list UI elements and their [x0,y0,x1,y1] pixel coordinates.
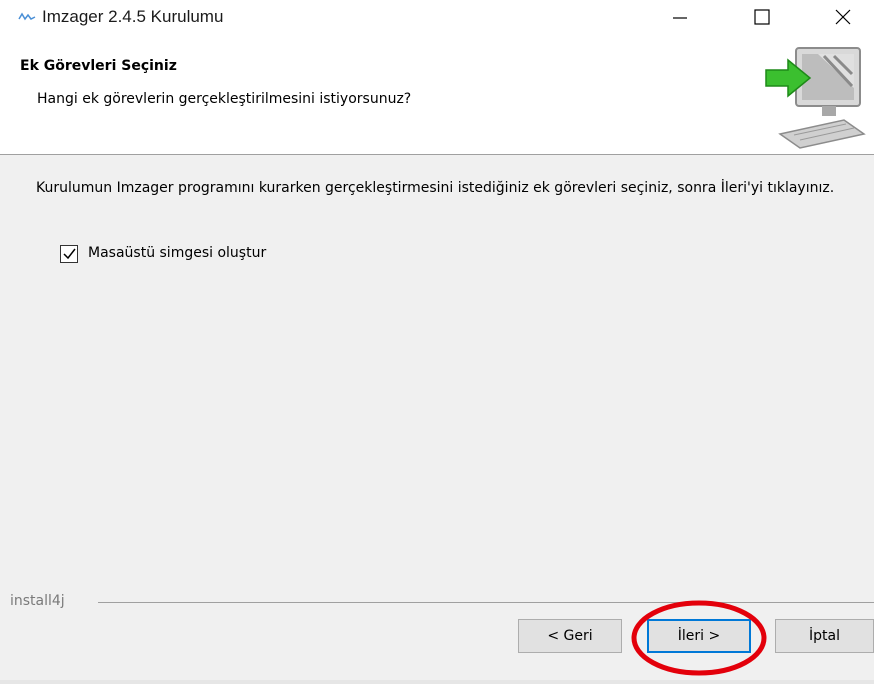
minimize-button[interactable] [657,0,703,34]
close-button[interactable] [820,0,866,34]
maximize-button[interactable] [739,0,785,34]
computer-arrow-graphic [765,47,866,149]
back-button[interactable]: < Geri [518,619,622,653]
check-icon [63,248,76,260]
close-icon [835,9,851,25]
minimize-icon [673,17,687,19]
title-bar: Imzager 2.4.5 Kurulumu [0,0,874,36]
page-title: Ek Görevleri Seçiniz [20,58,177,74]
cancel-button[interactable]: İptal [775,619,874,653]
instructions-text: Kurulumun Imzager programını kurarken ge… [36,180,835,196]
window-title: Imzager 2.4.5 Kurulumu [42,7,224,26]
next-button-highlight [631,600,767,676]
desktop-icon-checkbox-label[interactable]: Masaüstü simgesi oluştur [88,245,266,261]
page-subtitle: Hangi ek görevlerin gerçekleştirilmesini… [37,91,412,107]
maximize-icon [754,9,770,25]
bottom-edge [0,680,874,684]
wizard-header: Ek Görevleri Seçiniz Hangi ek görevlerin… [0,36,874,154]
app-icon [18,12,36,21]
desktop-icon-checkbox[interactable] [60,245,78,263]
installer-brand: install4j [10,593,65,609]
